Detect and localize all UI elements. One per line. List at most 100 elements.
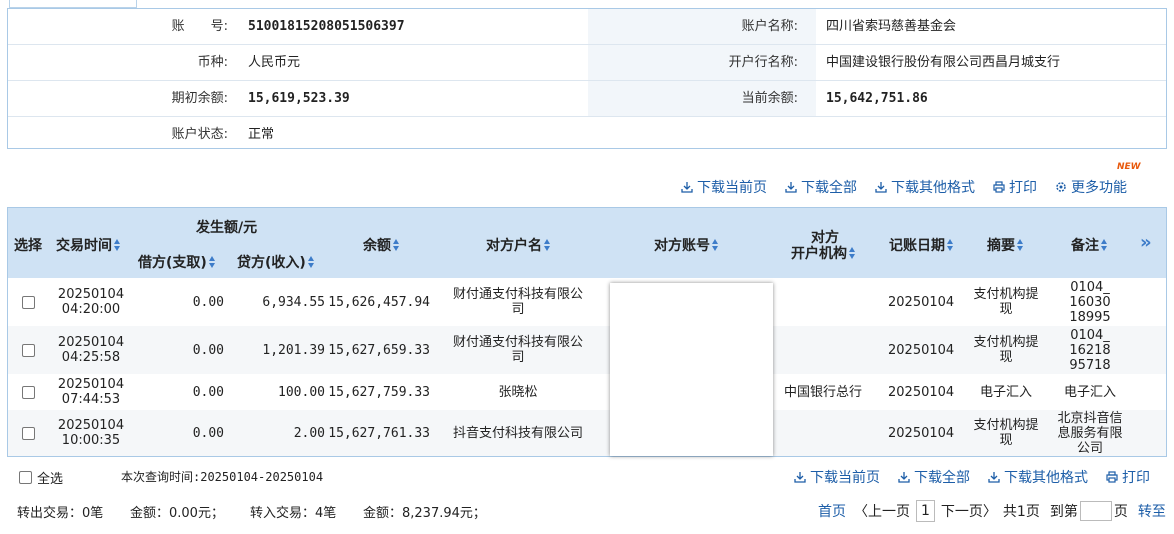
note-line: 16218: [1069, 342, 1111, 358]
row-checkbox[interactable]: [22, 385, 35, 399]
balance-cell: 15,627,759.33: [328, 384, 430, 400]
goto-label: 到第: [1049, 504, 1078, 520]
counter-bank-cell: 中国银行总行: [783, 384, 862, 400]
download-other-label: 下载其他格式: [891, 180, 975, 196]
time-date: 20250104: [57, 377, 125, 392]
download-icon: [785, 182, 797, 193]
print-link[interactable]: 打印: [993, 177, 1037, 197]
sort-icon[interactable]: [712, 239, 719, 251]
col-balance[interactable]: 余额: [363, 235, 400, 255]
note-line: 0104_: [1070, 279, 1110, 295]
bank-label: 开户行名称:: [728, 55, 798, 70]
counter-name: 张晓松: [498, 384, 538, 400]
date-cell: 20250104: [888, 294, 955, 310]
download-all-link-bottom[interactable]: 下载全部: [898, 467, 970, 487]
col-credit[interactable]: 贷方(收入): [237, 252, 315, 272]
account-info-panel: 账 号: 51001815208051506397 账户名称: 四川省索玛慈善基…: [7, 8, 1167, 149]
time-clock: 04:25:58: [61, 350, 121, 365]
counter-name: 财付通支付科技有限公: [452, 335, 583, 350]
download-icon: [794, 472, 806, 483]
print-label: 打印: [1122, 470, 1150, 486]
credit-cell: 1,201.39: [262, 342, 325, 358]
debit-cell: 0.00: [192, 294, 224, 310]
summary-line: 现: [999, 350, 1013, 365]
summary-line: 支付机构提: [973, 418, 1039, 433]
sort-icon[interactable]: [208, 256, 216, 268]
sort-icon[interactable]: [849, 247, 856, 259]
col-date[interactable]: 记账日期: [889, 235, 954, 255]
sort-icon[interactable]: [1101, 239, 1108, 251]
bank-value: 中国建设银行股份有限公司西昌月城支行: [826, 55, 1061, 70]
bottom-action-links: 下载当前页 下载全部 下载其他格式 打印: [794, 467, 1150, 487]
counter-name: 财付通支付科技有限公: [452, 287, 583, 302]
summary-line: 电子汇入: [979, 384, 1032, 400]
download-other-link-bottom[interactable]: 下载其他格式: [988, 467, 1088, 487]
account-row-3: 期初余额: 15,619,523.39 当前余额: 15,642,751.86: [8, 81, 1166, 116]
select-all-checkbox[interactable]: [19, 471, 32, 484]
time-date: 20250104: [57, 287, 125, 302]
more-functions-link[interactable]: 更多功能: [1055, 177, 1127, 197]
print-label: 打印: [1009, 180, 1037, 196]
note-line: 95718: [1069, 357, 1111, 373]
prev-page-link[interactable]: 〈上一页: [854, 501, 910, 521]
download-page-link[interactable]: 下载当前页: [681, 177, 767, 197]
col-counter-name[interactable]: 对方户名: [486, 235, 551, 255]
next-page-link[interactable]: 下一页〉: [941, 501, 997, 521]
date-cell: 20250104: [888, 384, 955, 400]
note-line: 16030: [1069, 294, 1111, 310]
debit-cell: 0.00: [192, 425, 224, 441]
col-counter-bank[interactable]: 开户机构: [791, 243, 856, 263]
goto-page-input[interactable]: [1079, 501, 1112, 521]
sort-icon[interactable]: [393, 239, 400, 251]
row-checkbox[interactable]: [22, 426, 35, 440]
select-all-label: 全选: [37, 472, 64, 487]
note-line: 公司: [1076, 440, 1103, 456]
date-cell: 20250104: [888, 342, 955, 358]
note-line: 0104_: [1070, 327, 1110, 343]
out-tx-amount: 金额：0.00元；: [130, 506, 224, 521]
time-clock: 10:00:35: [61, 433, 121, 448]
current-page-number[interactable]: 1: [916, 500, 935, 522]
sort-icon[interactable]: [544, 239, 551, 251]
col-note[interactable]: 备注: [1071, 235, 1108, 255]
sort-icon[interactable]: [114, 239, 121, 251]
counter-bank-cell: [773, 278, 873, 326]
sort-icon[interactable]: [947, 239, 954, 251]
acct-no-value: 51001815208051506397: [248, 19, 405, 34]
download-page-link-bottom[interactable]: 下载当前页: [794, 467, 880, 487]
download-all-label: 下载全部: [801, 180, 857, 196]
account-row-2: 币种: 人民币元 开户行名称: 中国建设银行股份有限公司西昌月城支行: [8, 45, 1166, 80]
counter-bank-cell: [773, 410, 873, 456]
col-amount-group: 发生额/元: [196, 220, 258, 236]
summary-line: 支付机构提: [973, 335, 1039, 350]
col-summary[interactable]: 摘要: [987, 235, 1024, 255]
current-balance-label: 当前余额:: [741, 91, 798, 106]
col-time[interactable]: 交易时间: [56, 235, 121, 255]
date-cell: 20250104: [888, 425, 955, 441]
summary-line: 现: [999, 433, 1013, 448]
note-line: 电子汇入: [1063, 384, 1116, 400]
time-date: 20250104: [57, 418, 125, 433]
sort-icon[interactable]: [307, 256, 315, 268]
select-all[interactable]: 全选: [19, 468, 63, 487]
row-checkbox[interactable]: [22, 343, 35, 357]
download-other-link[interactable]: 下载其他格式: [875, 177, 975, 197]
first-page-link[interactable]: 首页: [818, 501, 846, 521]
opening-balance-value: 15,619,523.39: [248, 91, 350, 106]
col-counter-acct[interactable]: 对方账号: [654, 235, 719, 255]
counter-name-wrap: 司: [511, 302, 525, 317]
row-checkbox[interactable]: [22, 295, 35, 309]
note-line: 北京抖音信: [1057, 410, 1123, 426]
currency-label: 币种:: [197, 55, 228, 70]
sort-icon[interactable]: [1017, 239, 1024, 251]
col-debit[interactable]: 借方(支取): [138, 252, 216, 272]
balance-cell: 15,626,457.94: [328, 294, 430, 310]
currency-value: 人民币元: [248, 55, 301, 70]
time-clock: 04:20:00: [61, 302, 121, 317]
print-link-bottom[interactable]: 打印: [1106, 467, 1150, 487]
out-tx-count: 转出交易：0笔: [17, 506, 104, 521]
expand-columns-icon[interactable]: »: [1140, 232, 1152, 253]
balance-cell: 15,627,761.33: [328, 425, 430, 441]
goto-button[interactable]: 转至: [1138, 501, 1166, 521]
download-all-link[interactable]: 下载全部: [785, 177, 857, 197]
